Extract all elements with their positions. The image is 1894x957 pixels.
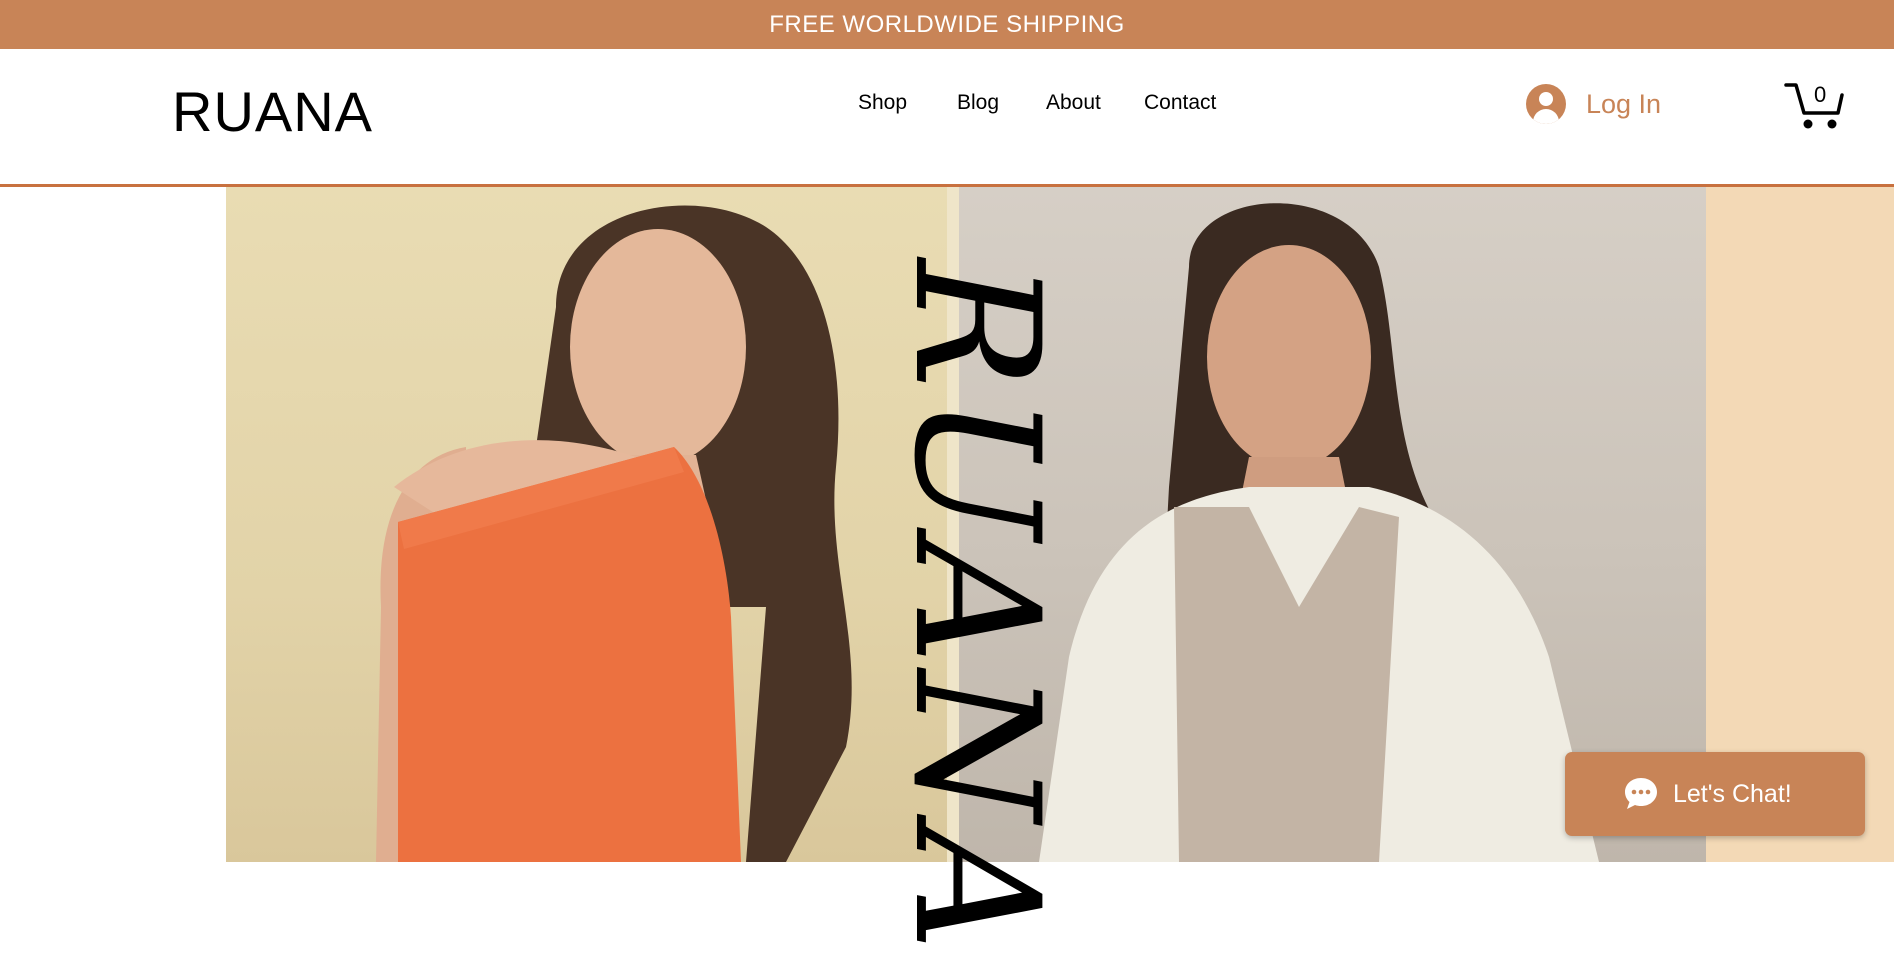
login-label: Log In — [1586, 88, 1662, 119]
user-avatar-icon — [1526, 84, 1566, 124]
chat-bubble-icon — [1623, 776, 1659, 812]
nav-item-shop[interactable]: Shop — [858, 91, 907, 115]
nav-item-about[interactable]: About — [1046, 91, 1101, 115]
shipping-banner-text: FREE WORLDWIDE SHIPPING — [769, 10, 1125, 38]
site-logo[interactable]: RUANA — [172, 79, 373, 144]
cart-count: 0 — [1814, 82, 1827, 107]
shipping-banner: FREE WORLDWIDE SHIPPING — [0, 0, 1894, 49]
chat-label: Let's Chat! — [1673, 779, 1792, 808]
hero-photo-left — [226, 187, 959, 862]
cart-button[interactable]: 0 — [1784, 79, 1844, 133]
site-header: RUANA Shop Blog About Contact Log In 0 — [0, 49, 1894, 187]
chat-button[interactable]: Let's Chat! — [1565, 752, 1865, 836]
nav-item-blog[interactable]: Blog — [957, 91, 999, 115]
login-button[interactable]: Log In — [1526, 83, 1661, 125]
nav-item-contact[interactable]: Contact — [1144, 91, 1216, 115]
hero-vertical-brand: RUANA — [876, 259, 1077, 957]
